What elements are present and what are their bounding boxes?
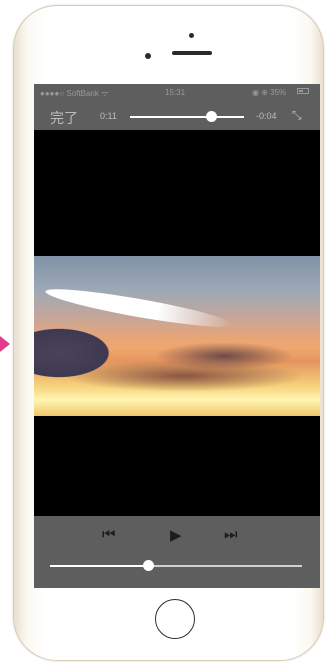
remaining-time: -0:04 xyxy=(256,111,277,121)
play-button[interactable]: ▶ xyxy=(170,526,182,544)
seek-slider-thumb[interactable] xyxy=(206,111,217,122)
previous-track-button[interactable]: ⏮ xyxy=(102,526,116,543)
volume-slider-fill xyxy=(50,565,151,567)
status-bar: ●●●●○ SoftBank ᯤ 15:31 ◉ ⊕ 35% xyxy=(34,84,320,102)
player-controls: ⏮ ▶ ⏭ xyxy=(34,516,320,588)
volume-slider-thumb[interactable] xyxy=(143,560,154,571)
expand-icon[interactable]: ⤡ xyxy=(292,108,302,123)
video-player-screen: ●●●●○ SoftBank ᯤ 15:31 ◉ ⊕ 35% 完了 0:11 -… xyxy=(34,84,320,588)
pink-arrow-marker xyxy=(0,336,10,352)
seek-slider-track[interactable] xyxy=(130,116,244,118)
camera-icon xyxy=(189,33,194,38)
done-button[interactable]: 完了 xyxy=(50,108,78,128)
video-frame[interactable] xyxy=(34,256,320,416)
sensor-icon xyxy=(145,53,151,59)
carrier-label: ●●●●○ SoftBank ᯤ xyxy=(40,89,109,98)
video-cloud-streak xyxy=(43,282,235,334)
player-top-bar: 完了 0:11 -0:04 ⤡ xyxy=(34,102,320,130)
video-dark-cloud xyxy=(154,342,294,370)
status-right-label: ◉ ⊕ 35% xyxy=(252,88,287,97)
next-track-button[interactable]: ⏭ xyxy=(224,526,238,543)
speaker-grille xyxy=(172,51,212,55)
elapsed-time: 0:11 xyxy=(100,111,117,121)
battery-icon xyxy=(297,88,309,94)
clock-label: 15:31 xyxy=(165,88,186,97)
home-button[interactable] xyxy=(155,599,195,639)
